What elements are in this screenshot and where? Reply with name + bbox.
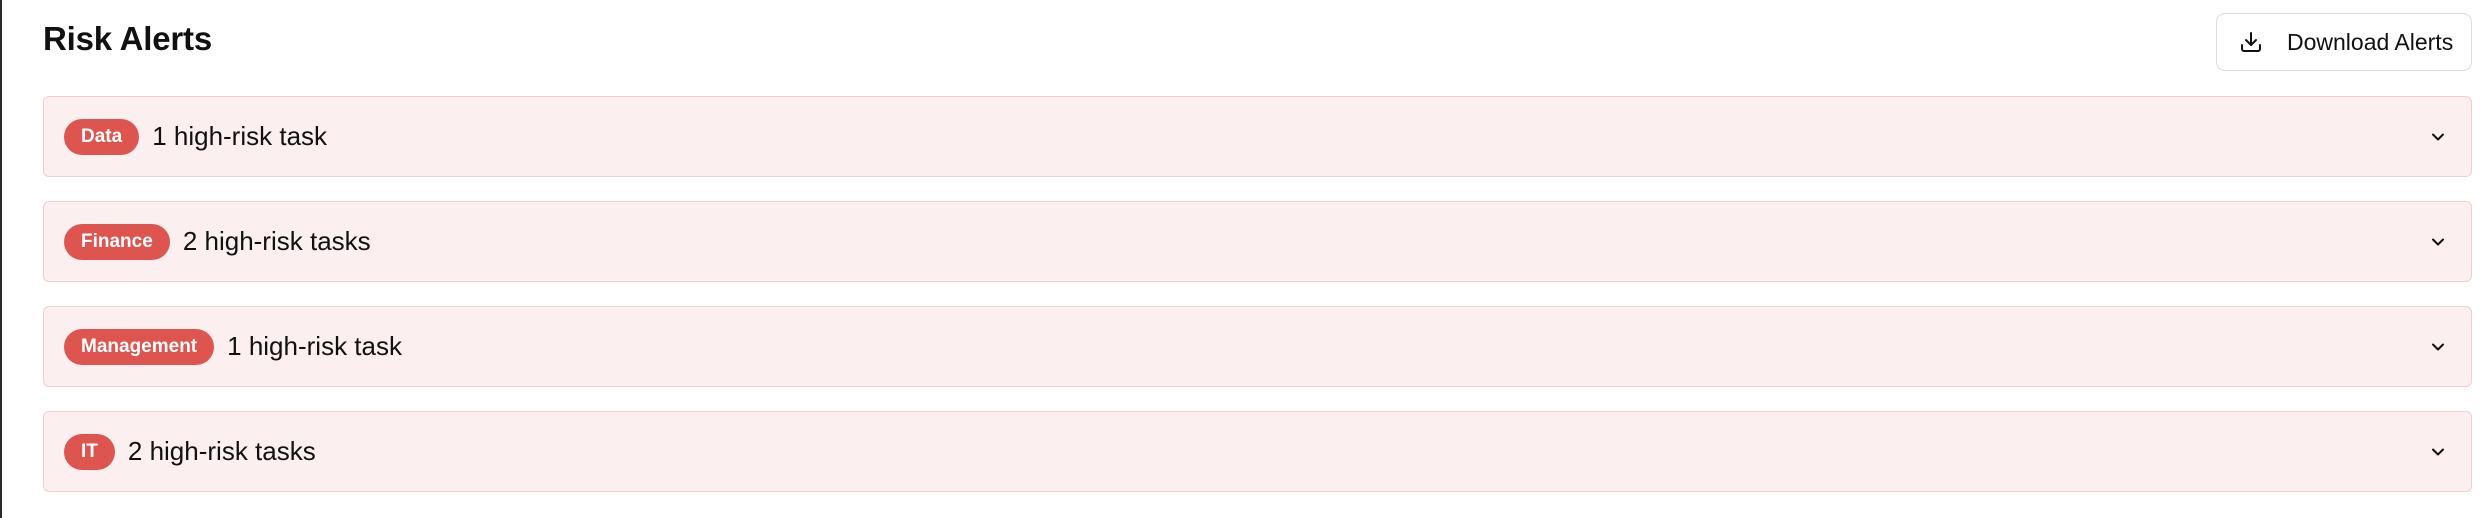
alert-row-it[interactable]: IT 2 high-risk tasks [43,411,2472,492]
alert-summary: 1 high-risk task [227,331,402,361]
panel-header: Risk Alerts Download Alerts [43,10,2472,74]
category-badge: Management [64,328,215,365]
alerts-list: Data 1 high-risk task Finance 2 high-ris… [43,96,2472,516]
alert-row-finance[interactable]: Finance 2 high-risk tasks [43,201,2472,282]
download-alerts-button[interactable]: Download Alerts [2216,13,2472,71]
category-badge: Finance [64,223,170,260]
page-title: Risk Alerts [43,20,212,57]
category-badge: Data [64,118,140,155]
category-badge: IT [64,433,115,470]
chevron-down-icon[interactable] [2427,336,2449,358]
chevron-down-icon[interactable] [2427,126,2449,148]
alert-row-management[interactable]: Management 1 high-risk task [43,306,2472,387]
chevron-down-icon[interactable] [2427,441,2449,463]
alert-summary: 1 high-risk task [152,121,328,151]
download-alerts-label: Download Alerts [2287,28,2454,55]
alert-summary: 2 high-risk tasks [127,436,316,466]
chevron-down-icon[interactable] [2427,231,2449,253]
risk-alerts-panel: Risk Alerts Download Alerts Data 1 high-… [0,0,2482,518]
alert-summary: 2 high-risk tasks [182,226,371,256]
download-icon [2237,28,2265,56]
alert-row-data[interactable]: Data 1 high-risk task [43,96,2472,177]
